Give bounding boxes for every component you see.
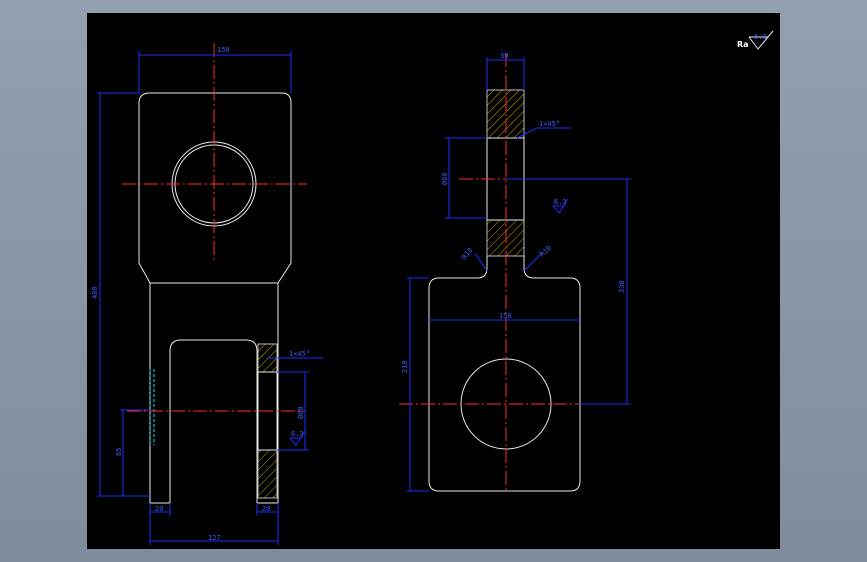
side-dim-center-distance: 330 bbox=[618, 280, 626, 293]
front-dim-slot-left: 20 bbox=[155, 505, 163, 513]
front-roughness-icon: 6.3 bbox=[289, 430, 306, 446]
front-dim-bottom-width: 127 bbox=[208, 534, 221, 542]
side-view: 30 1×45° Ø60 6.3 R10 R10 150 210 330 bbox=[399, 52, 631, 493]
side-body-outline bbox=[428, 267, 581, 492]
side-chamfer-label: 1×45° bbox=[539, 120, 560, 128]
side-dim-shank-width: 30 bbox=[500, 52, 508, 60]
front-bore-dia: Ø60 bbox=[297, 406, 305, 419]
front-slot-outline bbox=[169, 339, 258, 503]
svg-text:6.3: 6.3 bbox=[554, 198, 567, 206]
side-shank-dia: Ø60 bbox=[441, 172, 449, 185]
front-view: 150 480 85 20 20 127 1×45° Ø60 6.3 bbox=[91, 43, 323, 545]
front-dim-lower-height: 85 bbox=[115, 448, 123, 456]
front-dim-slot-right: 20 bbox=[262, 505, 270, 513]
side-roughness-icon: 6.3 bbox=[552, 198, 569, 214]
front-chamfer-label: 1×45° bbox=[289, 350, 310, 358]
side-dim-body-width: 150 bbox=[499, 312, 512, 320]
roughness-value: 6.3 bbox=[754, 33, 767, 41]
front-section-hatch-bottom bbox=[257, 449, 278, 499]
side-dim-body-height: 210 bbox=[401, 360, 409, 373]
roughness-label: Ra bbox=[737, 40, 749, 49]
svg-text:6.3: 6.3 bbox=[291, 430, 304, 438]
front-dim-top-width: 150 bbox=[217, 46, 230, 54]
drawing-canvas[interactable]: Ra 6.3 150 480 85 20 20 127 1×45° Ø60 6.… bbox=[87, 13, 780, 549]
roughness-symbol-icon: Ra 6.3 bbox=[737, 30, 774, 50]
front-dim-total-height: 480 bbox=[91, 286, 99, 299]
side-fillet-right: R10 bbox=[538, 244, 553, 258]
front-eye-outline bbox=[138, 92, 292, 503]
cad-drawing: Ra 6.3 150 480 85 20 20 127 1×45° Ø60 6.… bbox=[91, 30, 774, 545]
side-fillet-left: R10 bbox=[460, 246, 474, 261]
